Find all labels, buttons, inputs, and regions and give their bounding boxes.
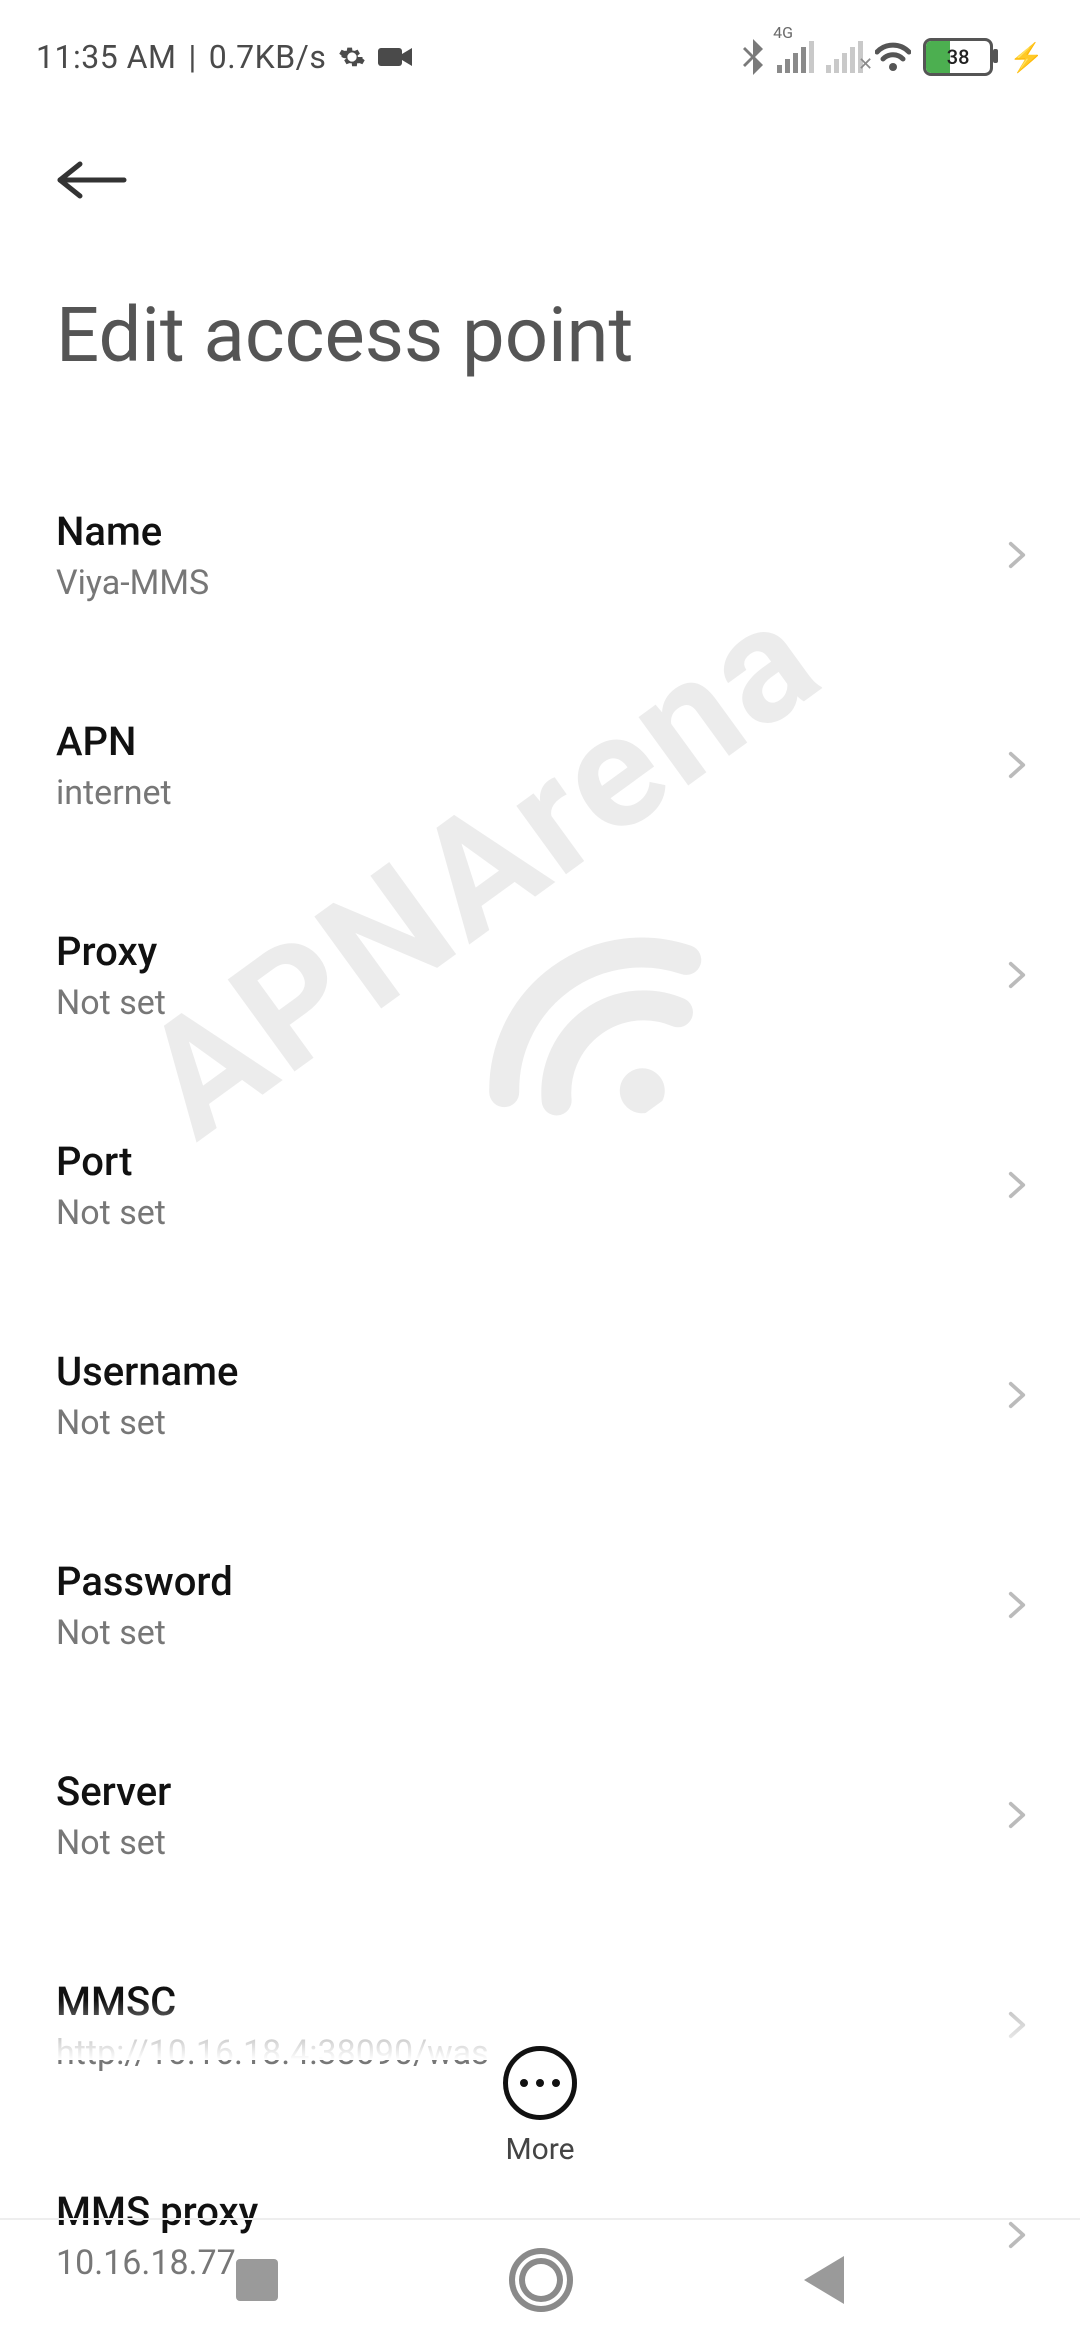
status-net-speed: 0.7KB/s <box>209 38 327 76</box>
nav-back-button[interactable] <box>804 2256 844 2304</box>
chevron-right-icon <box>1002 1380 1032 1410</box>
chevron-right-icon <box>1002 1170 1032 1200</box>
chevron-right-icon <box>1002 750 1032 780</box>
signal-sim1: 4G <box>777 41 814 73</box>
more-button[interactable]: More <box>0 2046 1080 2167</box>
back-button[interactable] <box>52 150 132 210</box>
chevron-right-icon <box>1002 960 1032 990</box>
row-value: Not set <box>56 1613 233 1653</box>
status-time: 11:35 AM <box>36 38 176 76</box>
signal-sim2: ✕ <box>826 41 863 73</box>
chevron-right-icon <box>1002 1590 1032 1620</box>
row-value: Not set <box>56 1823 171 1863</box>
row-title: Name <box>56 508 209 555</box>
row-username[interactable]: Username Not set <box>0 1290 1080 1500</box>
more-icon <box>503 2046 577 2120</box>
row-value: Not set <box>56 1193 166 1233</box>
wifi-icon <box>875 42 911 72</box>
row-apn[interactable]: APN internet <box>0 660 1080 870</box>
chevron-right-icon <box>1002 2010 1032 2040</box>
row-title: APN <box>56 718 172 765</box>
charging-icon: ⚡ <box>1009 41 1044 74</box>
row-value: Viya-MMS <box>56 563 209 603</box>
camera-icon <box>378 46 412 68</box>
more-label: More <box>505 2132 574 2167</box>
nav-home-button[interactable] <box>509 2248 573 2312</box>
nav-recents-button[interactable] <box>236 2259 278 2301</box>
row-value: internet <box>56 773 172 813</box>
page-title: Edit access point <box>56 290 1080 380</box>
row-title: Username <box>56 1348 238 1395</box>
battery-icon: 38 <box>923 38 993 76</box>
bluetooth-icon <box>741 39 765 75</box>
arrow-left-icon <box>52 160 132 200</box>
row-port[interactable]: Port Not set <box>0 1080 1080 1290</box>
chevron-right-icon <box>1002 1800 1032 1830</box>
status-left: 11:35 AM | 0.7KB/s <box>36 38 412 76</box>
row-title: Server <box>56 1768 171 1815</box>
row-title: MMSC <box>56 1978 489 2025</box>
status-bar: 11:35 AM | 0.7KB/s 4G ✕ <box>0 0 1080 92</box>
row-server[interactable]: Server Not set <box>0 1710 1080 1920</box>
row-title: Proxy <box>56 928 166 975</box>
chevron-right-icon <box>1002 540 1032 570</box>
status-right: 4G ✕ 38 ⚡ <box>741 38 1044 76</box>
system-nav-bar <box>0 2218 1080 2340</box>
row-password[interactable]: Password Not set <box>0 1500 1080 1710</box>
gear-icon <box>338 43 366 71</box>
row-title: Password <box>56 1558 233 1605</box>
row-value: Not set <box>56 1403 238 1443</box>
row-proxy[interactable]: Proxy Not set <box>0 870 1080 1080</box>
row-title: Port <box>56 1138 166 1185</box>
row-value: Not set <box>56 983 166 1023</box>
row-name[interactable]: Name Viya-MMS <box>0 450 1080 660</box>
